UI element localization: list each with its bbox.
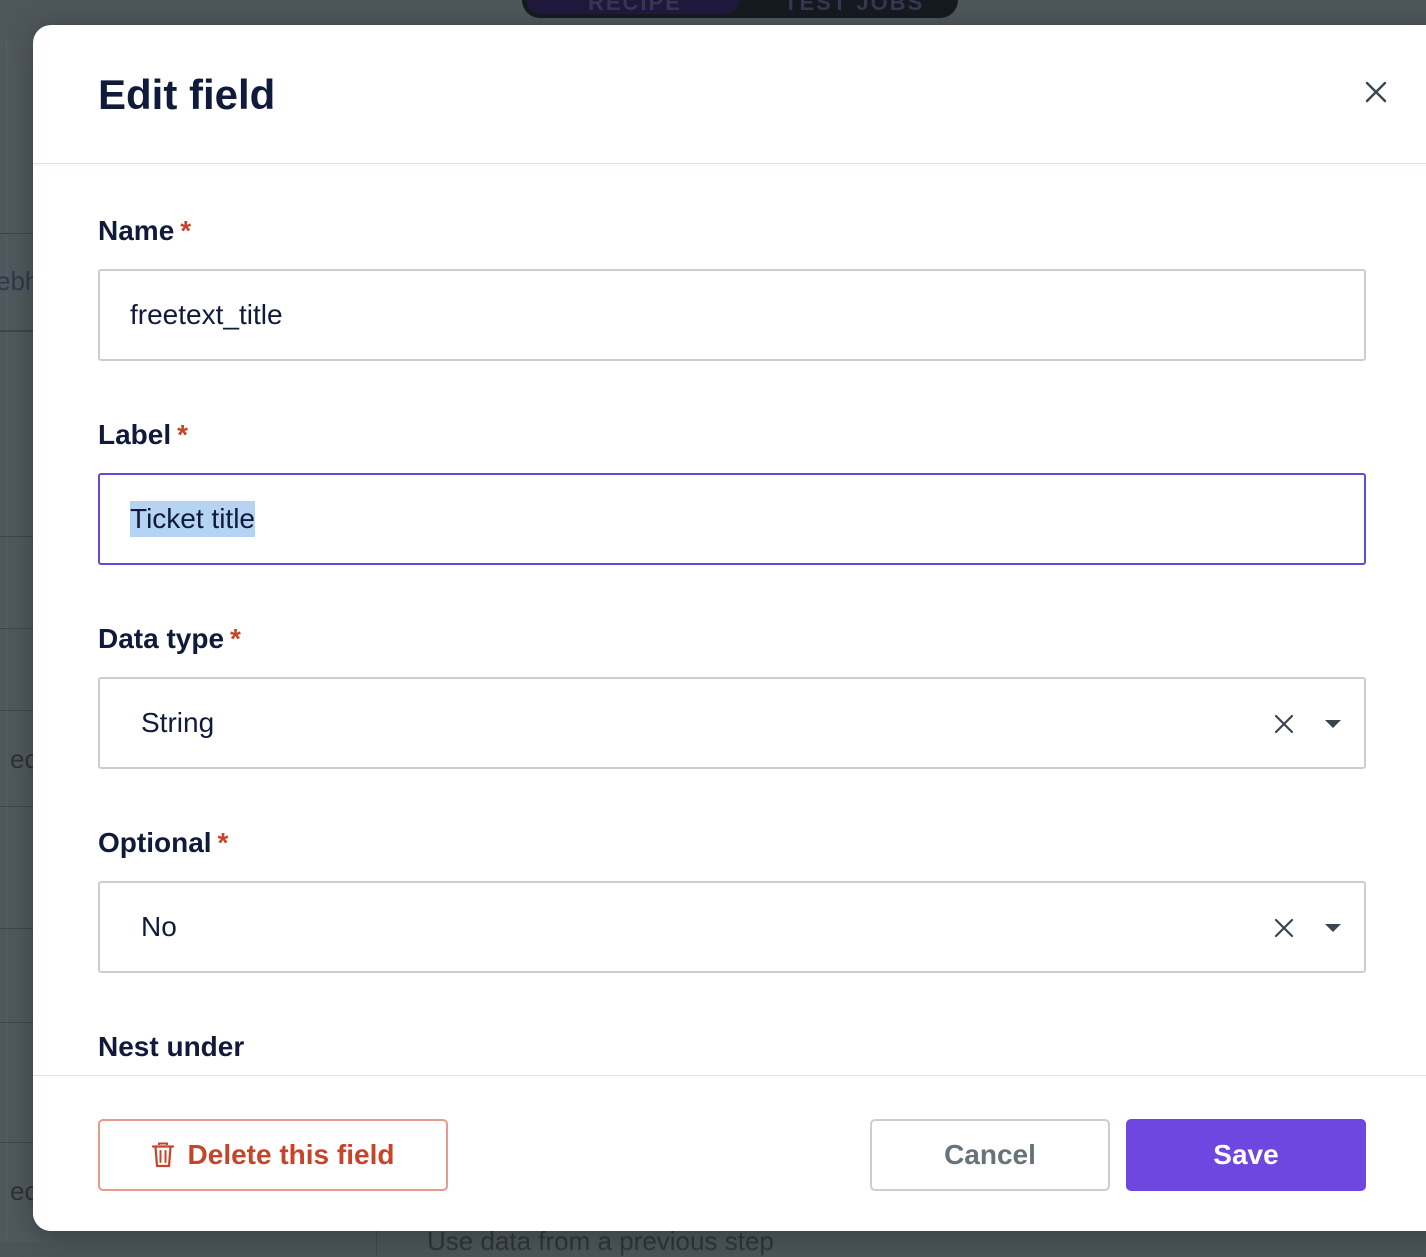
modal-header: Edit field	[33, 25, 1426, 164]
name-input-value: freetext_title	[130, 299, 283, 331]
label-input-value: Ticket title	[130, 501, 255, 537]
cancel-label: Cancel	[944, 1139, 1036, 1171]
nest-under-label-text: Nest under	[98, 1031, 244, 1062]
data-type-label-text: Data type	[98, 623, 224, 654]
optional-select[interactable]: No	[98, 881, 1366, 973]
required-marker: *	[218, 827, 229, 858]
save-button[interactable]: Save	[1126, 1119, 1366, 1191]
background-grid-line	[6, 40, 7, 1242]
required-marker: *	[177, 419, 188, 450]
nest-under-field-label: Nest under	[98, 1031, 244, 1063]
background-tab-switcher: RECIPE TEST JOBS	[522, 0, 958, 18]
chevron-down-icon	[1324, 922, 1342, 934]
cancel-button[interactable]: Cancel	[870, 1119, 1110, 1191]
edit-field-modal: Edit field Name* freetext_title Label* T…	[33, 25, 1426, 1231]
required-marker: *	[180, 215, 191, 246]
close-icon	[1365, 81, 1387, 103]
name-field-label: Name*	[98, 215, 191, 247]
trash-icon	[152, 1142, 174, 1168]
optional-label-text: Optional	[98, 827, 212, 858]
name-label-text: Name	[98, 215, 174, 246]
data-type-select-value: String	[141, 679, 214, 767]
background-tab-test-jobs: TEST JOBS	[784, 0, 924, 16]
data-type-field-label: Data type*	[98, 623, 241, 655]
data-type-select[interactable]: String	[98, 677, 1366, 769]
optional-field-label: Optional*	[98, 827, 228, 859]
optional-dropdown-toggle[interactable]	[1324, 921, 1342, 933]
optional-select-value: No	[141, 883, 177, 971]
required-marker: *	[230, 623, 241, 654]
label-field-label: Label*	[98, 419, 188, 451]
modal-title: Edit field	[98, 71, 275, 119]
delete-field-button[interactable]: Delete this field	[98, 1119, 448, 1191]
data-type-dropdown-toggle[interactable]	[1324, 717, 1342, 729]
chevron-down-icon	[1324, 718, 1342, 730]
delete-field-label: Delete this field	[188, 1139, 395, 1171]
modal-footer: Delete this field Cancel Save	[33, 1075, 1426, 1231]
clear-icon	[1274, 918, 1294, 938]
clear-icon	[1274, 714, 1294, 734]
close-button[interactable]	[1359, 75, 1393, 109]
label-label-text: Label	[98, 419, 171, 450]
name-input[interactable]: freetext_title	[98, 269, 1366, 361]
save-label: Save	[1213, 1139, 1278, 1171]
data-type-clear-button[interactable]	[1272, 712, 1296, 736]
optional-clear-button[interactable]	[1272, 916, 1296, 940]
background-tab-recipe: RECIPE	[588, 0, 682, 16]
label-input[interactable]: Ticket title	[98, 473, 1366, 565]
